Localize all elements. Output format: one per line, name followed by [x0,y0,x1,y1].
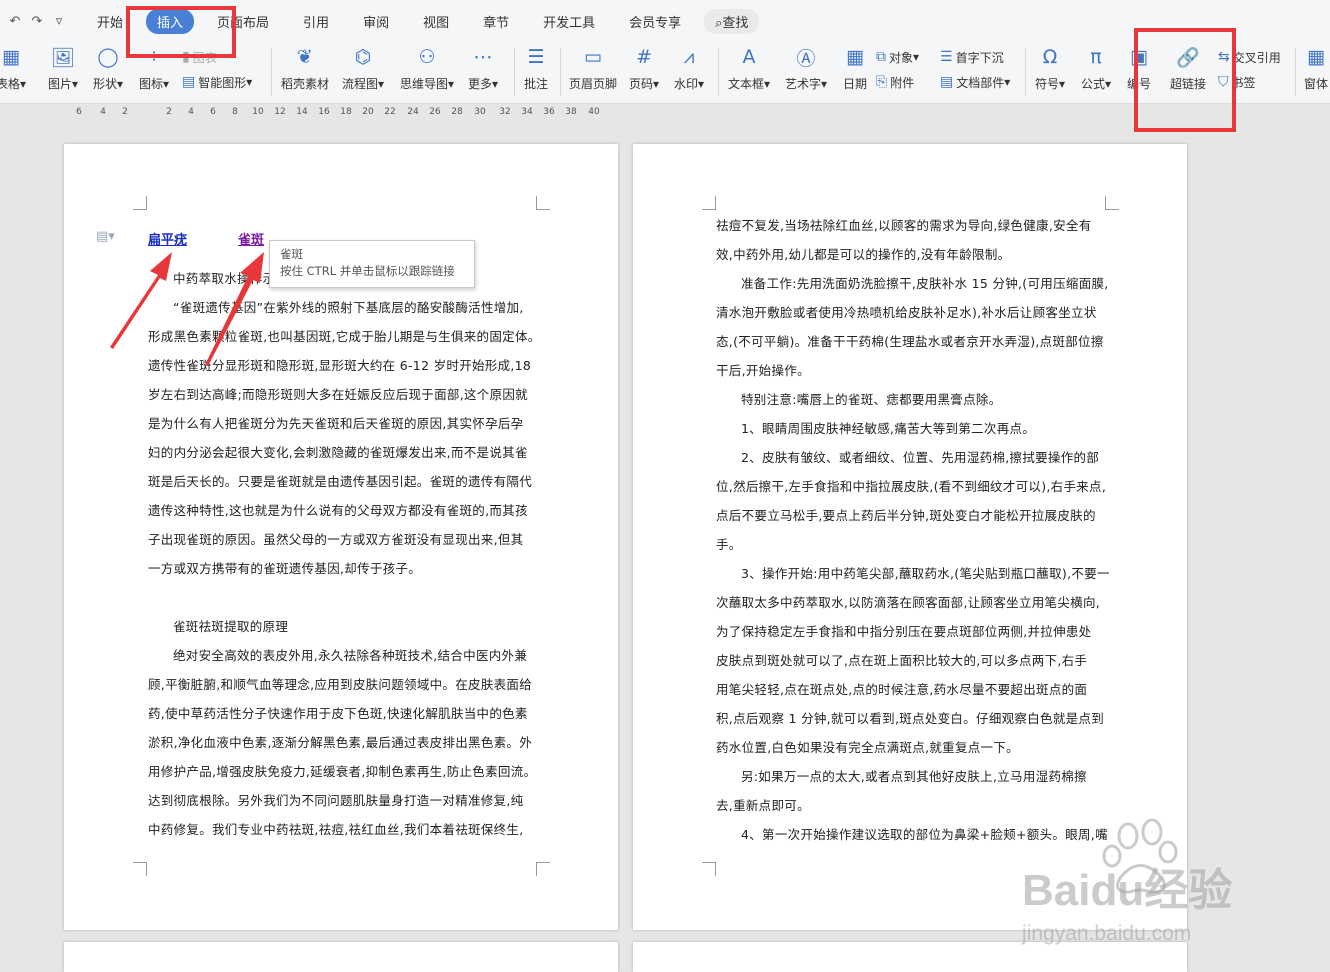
highlight-hyperlink-button [1134,28,1236,132]
arrow-annotation [110,252,172,349]
watermark-brand: Baidu经验 [1022,866,1233,915]
arrow-annotation [205,252,264,366]
highlight-insert-tab [126,6,236,58]
watermark-logo: Baidu经验 jingyan.baidu.com [1000,818,1270,960]
watermark-url: jingyan.baidu.com [1022,922,1192,945]
